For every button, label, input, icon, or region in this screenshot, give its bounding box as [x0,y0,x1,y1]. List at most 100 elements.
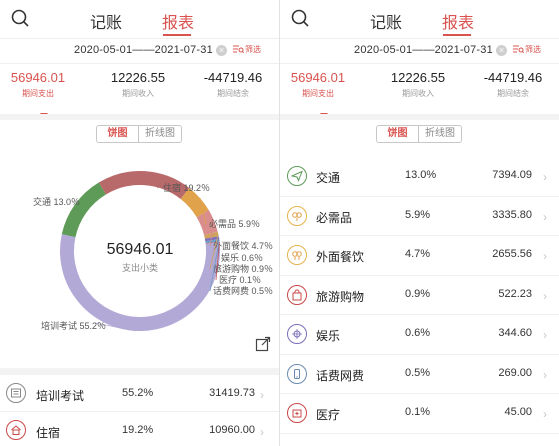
line-chart-toggle[interactable]: 折线图 [419,126,461,142]
donut-center-value: 56946.01 [107,241,174,258]
income-label: 期间收入 [402,89,434,98]
category-percent: 0.1% [405,406,431,418]
pie-chart-toggle[interactable]: 饼图 [97,126,139,142]
slice-label: 住宿 19.2％ [163,182,210,193]
date-range-bar: 2020-05-01——2021-07-31 × 筛选 [280,39,559,63]
chevron-right-icon: › [543,288,547,303]
category-amount: 344.60 [498,327,532,339]
tab-reports[interactable]: 报表 [162,9,194,33]
income-value: 12226.55 [110,70,166,85]
list-item[interactable]: 旅游购物 0.9% 522.23 › [280,276,559,315]
category-percent: 19.2% [122,424,154,436]
chevron-right-icon: › [543,209,547,224]
list-item[interactable]: 交通 13.0% 7394.09 › [280,157,559,197]
donut-center-label: 支出小类 [122,262,158,273]
plane-icon [287,166,307,186]
chevron-right-icon: › [543,249,547,263]
category-name: 话费网费 [316,368,365,383]
slice-label: 话费网费 0.5％ [213,285,273,296]
slice-label: 交通 13.0％ [33,196,80,207]
top-nav: 记账 报表 [280,0,559,38]
filter-button[interactable]: 筛选 [513,44,541,55]
line-chart-toggle[interactable]: 折线图 [139,126,181,142]
list-item[interactable]: 娱乐 0.6% 344.60 › [280,315,559,355]
category-name: 医疗 [316,408,341,422]
balance-label: 期间结余 [497,89,529,98]
date-range-text[interactable]: 2020-05-01——2021-07-31 [74,44,213,56]
slice-label: 培训考试 55.2％ [41,320,106,331]
summary-expense[interactable]: 56946.01 期间支出 [0,70,81,99]
income-label: 期间收入 [122,89,154,98]
necessities-icon [287,205,307,226]
summary-balance[interactable]: -44719.46 期间结余 [470,70,556,99]
summary-income[interactable]: 12226.55 期间收入 [375,70,461,99]
chevron-right-icon: › [543,328,547,342]
donut-slice[interactable] [180,187,209,218]
left-report-pane: 记账 报表 2020-05-01——2021-07-31 × 筛选 56946.… [0,0,279,446]
category-amount: 269.00 [498,366,532,379]
date-range-text[interactable]: 2020-05-01——2021-07-31 [354,44,493,56]
active-tab-indicator [443,34,471,36]
chevron-right-icon: › [543,407,547,421]
chevron-right-icon: › [543,170,547,184]
category-name: 外面餐饮 [316,250,365,264]
filter-icon [233,45,244,54]
active-tab-indicator [163,34,191,36]
top-nav: 记账 报表 [0,0,279,38]
right-report-pane: 记账 报表 2020-05-01——2021-07-31 × 筛选 56946.… [280,0,559,446]
clear-date-button[interactable]: × [496,45,507,56]
list-item[interactable]: 培训考试 55.2% 31419.73 › [0,375,279,412]
donut-chart: 56946.01 支出小类培训考试 55.2％ 住宿 19.2％ 交通 13.0％ 必需… [33,170,273,332]
category-name: 旅游购物 [316,289,365,304]
list-item[interactable]: 话费网费 0.5% 269.00 › [280,355,559,394]
balance-value: -44719.46 [483,70,543,85]
expense-label: 期间支出 [22,89,54,98]
tab-bookkeeping[interactable]: 记账 [370,9,402,33]
date-range-bar: 2020-05-01——2021-07-31 × 筛选 [0,39,279,63]
category-amount: 10960.00 [209,424,255,436]
filter-label: 筛选 [525,45,541,54]
summary-balance[interactable]: -44719.46 期间结余 [190,70,276,99]
category-amount: 31419.73 [209,387,255,399]
category-percent: 0.6% [405,327,431,339]
slice-label: 必需品 5.9％ [209,218,260,229]
category-amount: 45.00 [504,406,532,418]
category-name: 交通 [316,171,341,185]
category-amount: 3335.80 [492,208,532,221]
chevron-right-icon: › [260,425,264,439]
list-item[interactable]: 医疗 0.1% 45.00 › [280,394,559,434]
category-percent: 13.0% [405,169,437,181]
tab-bookkeeping[interactable]: 记账 [90,9,122,33]
list-item[interactable]: 住宿 19.2% 10960.00 › [0,412,279,446]
summary-income[interactable]: 12226.55 期间收入 [95,70,181,99]
balance-value: -44719.46 [203,70,263,85]
list-item[interactable]: 外面餐饮 4.7% 2655.56 › [280,236,559,276]
summary-expense[interactable]: 56946.01 期间支出 [280,70,361,99]
share-export-icon[interactable] [255,336,271,352]
filter-icon [513,45,524,54]
category-percent: 55.2% [122,387,154,399]
category-percent: 5.9% [405,208,431,221]
period-summary: 56946.01 期间支出 12226.55 期间收入 -44719.46 期间… [0,70,279,112]
pie-chart-toggle[interactable]: 饼图 [377,126,419,142]
slice-label: 医疗 0.1％ [219,274,261,285]
chevron-right-icon: › [543,367,547,382]
category-amount: 2655.56 [492,248,532,260]
period-summary: 56946.01 期间支出 12226.55 期间收入 -44719.46 期间… [280,70,559,112]
slice-label: 娱乐 0.6％ [221,252,263,263]
entertainment-icon [287,324,307,344]
list-item[interactable]: 必需品 5.9% 3335.80 › [280,197,559,236]
search-icon[interactable] [290,8,312,30]
chart-type-toggle: 饼图 折线图 [96,125,182,143]
house-icon [6,420,26,440]
phone-icon [287,363,307,384]
category-amount: 7394.09 [492,169,532,181]
category-percent: 0.9% [405,287,431,300]
donut-slice[interactable] [61,182,107,238]
tab-reports[interactable]: 报表 [442,9,474,33]
clear-date-button[interactable]: × [216,45,227,56]
filter-button[interactable]: 筛选 [233,44,261,55]
category-percent: 0.5% [405,366,431,379]
slice-label: 旅游购物 0.9％ [213,263,273,274]
search-icon[interactable] [10,8,32,30]
